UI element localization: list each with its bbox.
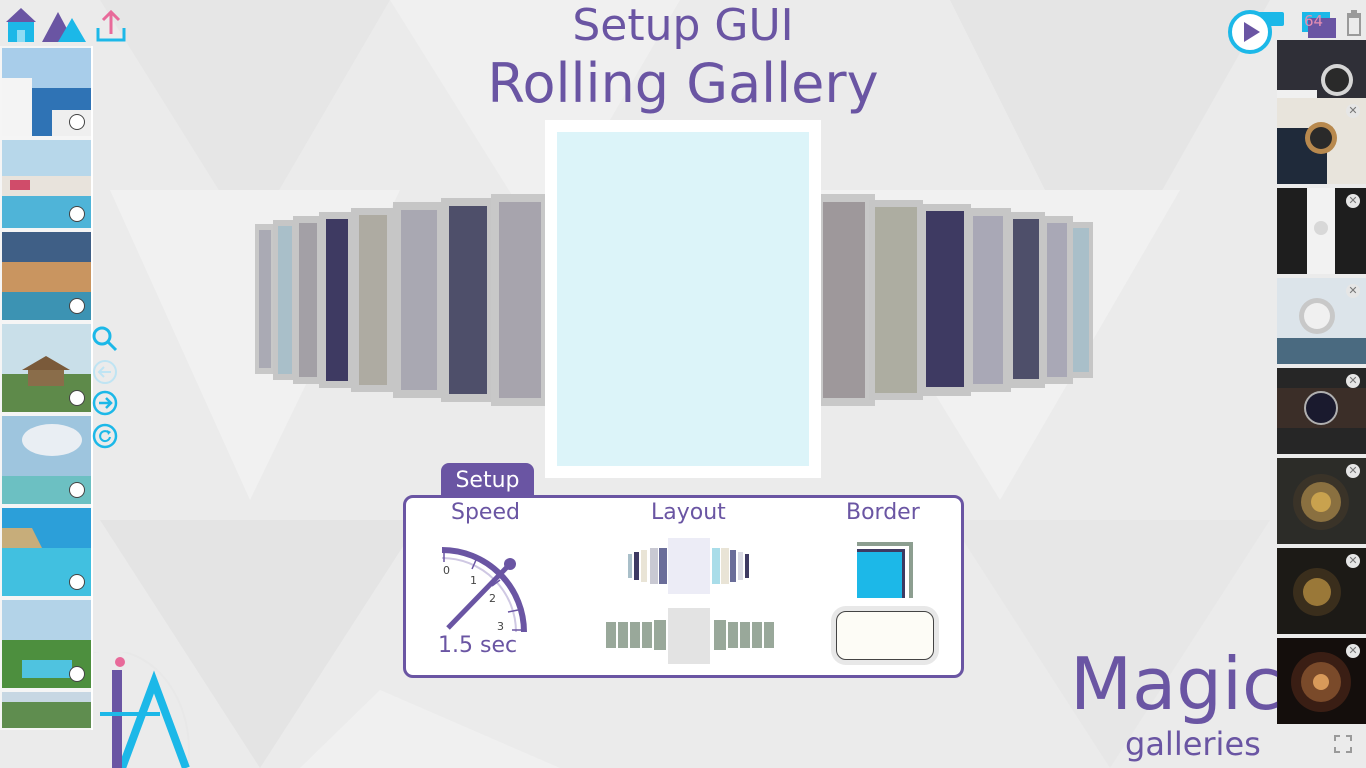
watch-thumbnail[interactable]: ✕: [1277, 188, 1366, 274]
select-radio[interactable]: [69, 574, 85, 590]
watch-thumbnail[interactable]: ✕: [1277, 638, 1366, 724]
image-list-right: ✕ ✕ ✕ ✕ ✕ ✕ ✕: [1277, 40, 1366, 724]
home-icon[interactable]: [4, 6, 38, 44]
select-radio[interactable]: [69, 390, 85, 406]
search-icon[interactable]: [92, 326, 118, 352]
image-count: 64: [1304, 12, 1324, 30]
remove-icon[interactable]: ✕: [1346, 194, 1360, 208]
arrow-right-icon[interactable]: [92, 390, 118, 416]
dial-tick-2: 2: [489, 592, 496, 605]
thumbnail-image: [2, 692, 91, 728]
select-radio[interactable]: [69, 114, 85, 130]
fullscreen-icon[interactable]: [1333, 734, 1353, 754]
brand-galleries: galleries: [1125, 725, 1261, 763]
setup-tab[interactable]: Setup: [441, 463, 534, 497]
brand-magic: Magic: [1070, 642, 1282, 726]
remove-icon[interactable]: ✕: [1346, 464, 1360, 478]
layout-option-perspective[interactable]: [626, 538, 754, 594]
thumbnail[interactable]: [2, 508, 91, 596]
layout-option-flat[interactable]: [606, 608, 774, 664]
remove-icon[interactable]: ✕: [1346, 284, 1360, 298]
dial-tick-3: 3: [497, 620, 504, 633]
speed-dial[interactable]: [434, 544, 530, 636]
mountains-icon[interactable]: [40, 6, 86, 44]
remove-icon[interactable]: ✕: [1346, 104, 1360, 118]
logo-icon: [94, 652, 190, 768]
trash-icon[interactable]: [1346, 10, 1362, 36]
dial-tick-1: 1: [470, 574, 477, 587]
watch-thumbnail[interactable]: ✕: [1277, 548, 1366, 634]
watch-thumbnail[interactable]: ✕: [1277, 278, 1366, 364]
refresh-icon[interactable]: [92, 423, 118, 449]
select-radio[interactable]: [69, 666, 85, 682]
remove-icon[interactable]: ✕: [1346, 554, 1360, 568]
page-title: Setup GUI: [572, 0, 794, 51]
thumbnail[interactable]: [2, 324, 91, 412]
center-image: [557, 132, 809, 466]
layout-label: Layout: [651, 500, 726, 525]
upload-icon[interactable]: [94, 6, 128, 44]
arrow-left-icon[interactable]: [92, 359, 118, 385]
thumbnail[interactable]: [2, 48, 91, 136]
watch-thumbnail[interactable]: ✕: [1277, 98, 1366, 184]
border-option-stacked[interactable]: [855, 540, 915, 600]
center-gallery-frame[interactable]: [545, 120, 821, 478]
thumbnail[interactable]: [2, 140, 91, 228]
thumbnail[interactable]: [2, 600, 91, 688]
remove-icon[interactable]: ✕: [1346, 374, 1360, 388]
watch-thumbnail[interactable]: ✕: [1277, 368, 1366, 454]
image-list-left: [0, 46, 93, 730]
speed-label: Speed: [451, 500, 520, 525]
thumbnail[interactable]: [2, 416, 91, 504]
thumbnail[interactable]: [2, 692, 91, 728]
speed-value: 1.5 sec: [438, 633, 518, 658]
dial-tick-0: 0: [443, 564, 450, 577]
select-radio[interactable]: [69, 206, 85, 222]
page-subtitle: Rolling Gallery: [487, 52, 879, 115]
select-radio[interactable]: [69, 298, 85, 314]
watch-thumbnail[interactable]: ✕: [1277, 458, 1366, 544]
thumbnail[interactable]: [2, 232, 91, 320]
border-label: Border: [846, 500, 920, 525]
border-option-rounded[interactable]: [836, 611, 934, 660]
remove-icon[interactable]: ✕: [1346, 644, 1360, 658]
select-radio[interactable]: [69, 482, 85, 498]
